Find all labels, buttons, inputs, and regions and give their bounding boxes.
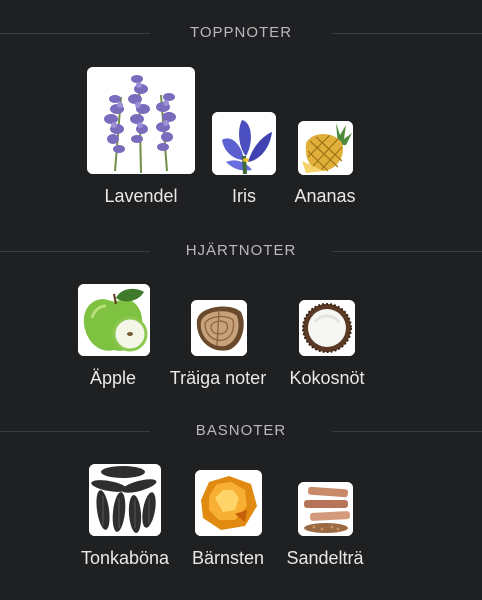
- note-image-sandalwood[interactable]: [298, 482, 353, 536]
- section-divider-heart-notes: HJÄRTNOTER: [0, 242, 482, 260]
- sandalwood-icon: [298, 482, 353, 536]
- section-divider-top-notes: TOPPNOTER: [0, 24, 482, 42]
- iris-flower-icon: [212, 112, 276, 175]
- note-label: Tonkaböna: [80, 548, 170, 568]
- note-image-lavender[interactable]: [87, 67, 195, 174]
- note-label: Kokosnöt: [289, 368, 365, 388]
- note-label: Lavendel: [104, 186, 178, 206]
- note-image-iris[interactable]: [212, 112, 276, 175]
- divider-line: [332, 251, 482, 252]
- note-label: Iris: [232, 186, 256, 206]
- note-image-coconut[interactable]: [299, 300, 355, 356]
- note-image-pineapple[interactable]: [298, 121, 353, 175]
- green-apple-icon: [78, 284, 150, 356]
- note-image-tonka-bean[interactable]: [89, 464, 161, 536]
- amber-icon: [195, 470, 262, 536]
- note-label: Sandelträ: [286, 548, 364, 568]
- wood-slice-icon: [191, 300, 247, 356]
- note-image-amber[interactable]: [195, 470, 262, 536]
- note-image-wood[interactable]: [191, 300, 247, 356]
- note-label: Äpple: [89, 368, 137, 388]
- coconut-icon: [299, 300, 355, 356]
- note-label: Träiga noter: [169, 368, 267, 388]
- section-divider-base-notes: BASNOTER: [0, 422, 482, 440]
- divider-line: [332, 431, 482, 432]
- pineapple-icon: [298, 121, 353, 175]
- tonka-bean-icon: [89, 464, 161, 536]
- note-label: Bärnsten: [191, 548, 265, 568]
- lavender-icon: [87, 67, 195, 174]
- note-label: Ananas: [294, 186, 356, 206]
- note-image-apple[interactable]: [78, 284, 150, 356]
- divider-line: [332, 33, 482, 34]
